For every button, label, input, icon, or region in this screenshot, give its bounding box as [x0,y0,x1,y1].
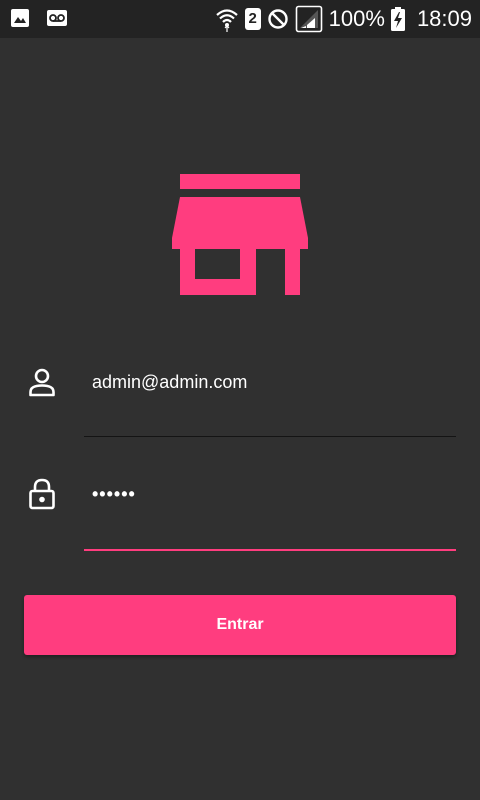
password-underline [84,549,456,551]
lock-icon [29,478,55,510]
status-bar-system: 2 100% 18:09 [215,4,472,34]
battery-percentage: 100% [328,6,385,31]
clock: 18:09 [416,6,472,31]
password-input[interactable]: •••••• [92,484,452,505]
email-underline [84,436,456,437]
sim-icon: 2 [244,8,261,30]
email-field [0,362,480,442]
voicemail-icon [47,10,67,26]
status-bar: 2 100% 18:09 [0,0,480,38]
login-button-label: Entrar [216,616,264,633]
status-bar-notifications [10,8,68,28]
login-button[interactable]: Entrar [24,595,456,655]
person-icon [29,368,55,397]
wifi-icon [215,9,238,32]
image-icon [11,9,29,27]
signal-icon [295,5,322,33]
battery-charging-icon [390,7,405,31]
password-field: •••••• [0,476,480,556]
do-not-disturb-icon [267,9,288,29]
email-input[interactable] [92,372,452,393]
store-icon [172,174,308,295]
